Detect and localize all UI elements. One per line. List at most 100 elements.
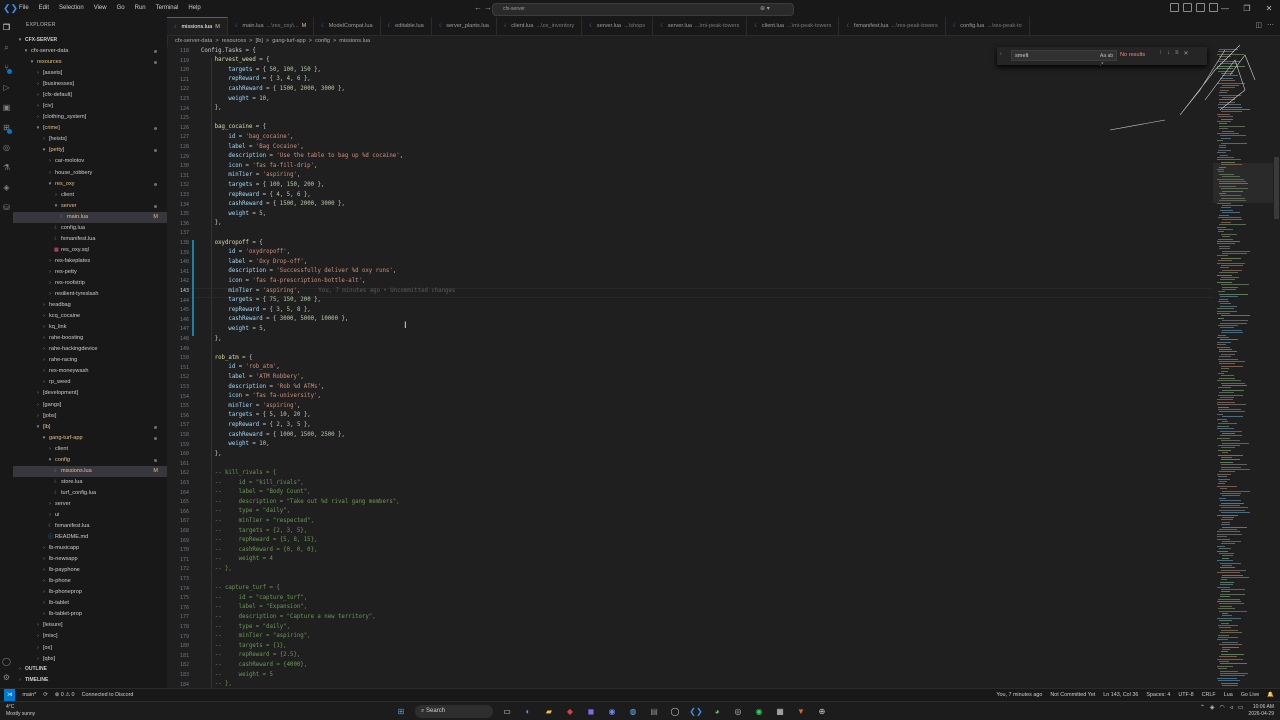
- tree-folder[interactable]: › lb-tablet-prop: [13, 609, 167, 620]
- tray-app-icon[interactable]: ◈: [1210, 704, 1215, 718]
- steam-icon[interactable]: ◍: [626, 705, 640, 718]
- editor-tab[interactable]: ☾ editable.lua: [381, 17, 432, 35]
- code-editor[interactable]: 118 Config.Tasks = {119 harvest_weed = {1…: [167, 47, 1213, 688]
- tree-folder[interactable]: ▾ [lb]: [13, 422, 167, 433]
- tree-folder[interactable]: › [cfx-default]: [13, 90, 167, 101]
- remote-indicator-icon[interactable]: ⋊: [4, 689, 16, 701]
- breadcrumb-item[interactable]: config: [315, 38, 330, 44]
- breadcrumb-item[interactable]: cfx-server-data: [175, 38, 212, 44]
- app-icon-2[interactable]: ▦: [773, 705, 787, 718]
- editor-tab[interactable]: ☾ client.lua ...\mi-peak-towers: [747, 17, 840, 35]
- timeline-section[interactable]: › TIMELINE: [13, 675, 167, 686]
- tree-folder[interactable]: › lb-musicapp: [13, 543, 167, 554]
- tree-folder[interactable]: › [ox]: [13, 643, 167, 654]
- tree-folder[interactable]: › lb-phoneprop: [13, 587, 167, 598]
- editor-tab[interactable]: ☾ server.lua ...\shops: [582, 17, 654, 35]
- tree-folder[interactable]: › res-moneywash: [13, 366, 167, 377]
- command-center[interactable]: cfx-server: [492, 3, 794, 16]
- tree-file[interactable]: ☾ fxmanifest.lua: [13, 234, 167, 245]
- editor-tab[interactable]: ☾ server_plants.lua: [432, 17, 497, 35]
- app-icon[interactable]: ◆: [563, 705, 577, 718]
- tree-folder[interactable]: › [qbx]: [13, 654, 167, 665]
- tree-folder[interactable]: › headbag: [13, 300, 167, 311]
- tree-folder[interactable]: › house_robbery: [13, 168, 167, 179]
- run-debug-icon[interactable]: ▷: [2, 83, 11, 92]
- tree-folder[interactable]: ▾ [petty]: [13, 145, 167, 156]
- tree-folder[interactable]: › [clothing_system]: [13, 112, 167, 123]
- tree-folder[interactable]: › [leisure]: [13, 620, 167, 631]
- more-actions-icon[interactable]: ⋯: [1267, 21, 1274, 29]
- file-explorer-icon[interactable]: ▰: [542, 705, 556, 718]
- editor-tab[interactable]: ☾ config.lua ...\res-peak-to: [946, 17, 1030, 35]
- terminal-icon[interactable]: ▤: [647, 705, 661, 718]
- clock[interactable]: 10:06 AM 2026-04-29: [1248, 704, 1274, 718]
- spotify-icon[interactable]: ◉: [752, 705, 766, 718]
- go-live-button[interactable]: Go Live: [1241, 689, 1260, 701]
- find-input[interactable]: smelt Aa ab .*: [1011, 50, 1117, 68]
- branch-status[interactable]: main*: [22, 689, 36, 701]
- wifi-icon[interactable]: ◠: [1219, 704, 1224, 718]
- tree-file[interactable]: ☾ fxmanifest.lua: [13, 521, 167, 532]
- battery-icon[interactable]: ▭: [1238, 704, 1244, 718]
- tree-folder[interactable]: ▾ [crime]: [13, 123, 167, 134]
- menu-view[interactable]: View: [89, 0, 112, 17]
- tree-folder[interactable]: › res-petty: [13, 267, 167, 278]
- git-graph-icon[interactable]: ◎: [2, 143, 11, 152]
- back-arrow-icon[interactable]: ←: [474, 3, 482, 12]
- explorer-root[interactable]: ▾ CFX-SERVER: [13, 35, 167, 46]
- eol-status[interactable]: CRLF: [1202, 689, 1216, 701]
- toggle-sidebar-icon[interactable]: [1170, 3, 1179, 12]
- tree-folder[interactable]: › [jobs]: [13, 411, 167, 422]
- menu-terminal[interactable]: Terminal: [151, 0, 184, 17]
- explorer-icon[interactable]: ❐: [2, 23, 11, 32]
- editor-tab[interactable]: ☾ ModelCompat.lua: [314, 17, 381, 35]
- tree-file[interactable]: ☾ main.lua M: [13, 211, 167, 223]
- toggle-panel-icon[interactable]: [1183, 3, 1192, 12]
- problems-status[interactable]: ⊗ 0 ⚠ 0: [55, 689, 75, 701]
- teams-icon[interactable]: ◼: [584, 705, 598, 718]
- menu-go[interactable]: Go: [112, 0, 130, 17]
- tree-folder[interactable]: › [development]: [13, 388, 167, 399]
- scrollbar-thumb[interactable]: [1274, 157, 1279, 219]
- settings-gear-icon[interactable]: ⚙: [2, 673, 11, 682]
- tree-folder[interactable]: › kq_link: [13, 322, 167, 333]
- breadcrumb-item[interactable]: resources: [222, 38, 247, 44]
- maximize-button[interactable]: ❐: [1236, 0, 1258, 17]
- tree-folder[interactable]: › [misc]: [13, 631, 167, 642]
- editor-tab[interactable]: ☾ fxmanifest.lua ...\res-peak-towers: [839, 17, 946, 35]
- notifications-bell-icon[interactable]: 🔔: [1267, 689, 1274, 701]
- tree-folder[interactable]: ▾ config: [13, 455, 167, 466]
- tree-folder[interactable]: › [assets]: [13, 68, 167, 79]
- tree-folder[interactable]: › client: [13, 444, 167, 455]
- tree-file[interactable]: ☾ config.lua: [13, 223, 167, 234]
- tree-file[interactable]: ▦ res_oxy.sql: [13, 245, 167, 256]
- minimize-button[interactable]: —: [1214, 0, 1236, 17]
- close-button[interactable]: ✕: [1258, 0, 1280, 17]
- tree-folder[interactable]: › [civ]: [13, 101, 167, 112]
- menu-run[interactable]: Run: [130, 0, 151, 17]
- minimap[interactable]: [1213, 47, 1273, 688]
- encoding-status[interactable]: UTF-8: [1178, 689, 1193, 701]
- breadcrumb-item[interactable]: missions.lua: [339, 38, 370, 44]
- tree-folder[interactable]: › kcq_cocaine: [13, 311, 167, 322]
- tree-file[interactable]: ☾ store.lua: [13, 477, 167, 488]
- volume-icon[interactable]: ◃: [1230, 704, 1233, 718]
- tree-folder[interactable]: ▾ gang-turf-app: [13, 433, 167, 444]
- discord-status[interactable]: Connected to Discord: [82, 689, 134, 701]
- outline-section[interactable]: › OUTLINE: [13, 664, 167, 675]
- menu-selection[interactable]: Selection: [54, 0, 89, 17]
- tree-folder[interactable]: ▾ server: [13, 201, 167, 212]
- task-view-icon[interactable]: ▭: [500, 705, 514, 718]
- sync-icon[interactable]: ⟳: [43, 689, 48, 701]
- menu-edit[interactable]: Edit: [34, 0, 54, 17]
- obs-icon[interactable]: ◎: [731, 705, 745, 718]
- tree-folder[interactable]: › lb-newsapp: [13, 554, 167, 565]
- database-icon[interactable]: ⛁: [2, 203, 11, 212]
- menu-file[interactable]: File: [14, 0, 34, 17]
- tree-folder[interactable]: › rahe-racing: [13, 355, 167, 366]
- cursor-position[interactable]: Ln 143, Col 36: [1103, 689, 1138, 701]
- app-icon-3[interactable]: ⊕: [815, 705, 829, 718]
- tree-folder[interactable]: › [businesses]: [13, 79, 167, 90]
- tree-folder[interactable]: ▾ resources: [13, 57, 167, 68]
- indentation-status[interactable]: Spaces: 4: [1146, 689, 1170, 701]
